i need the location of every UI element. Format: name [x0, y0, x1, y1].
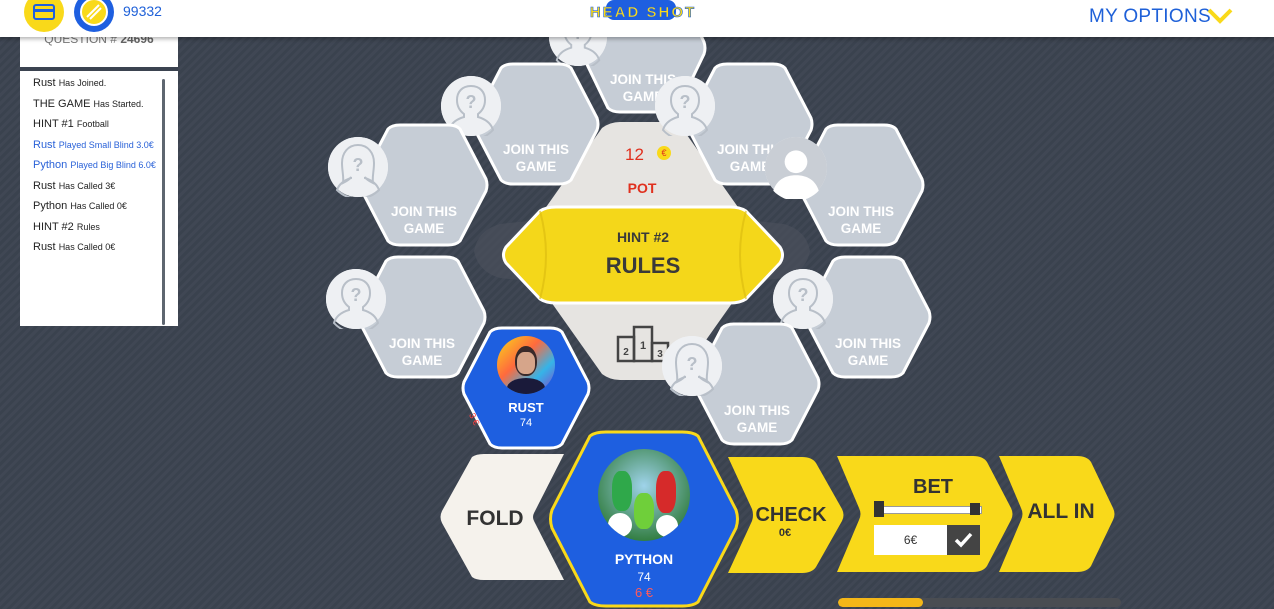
log-entry-name: Python — [33, 200, 68, 212]
card-wallet-button[interactable] — [24, 0, 64, 32]
divider — [20, 67, 178, 71]
log-entry: Rust Has Joined. — [33, 75, 156, 96]
player-name: PYTHON — [614, 551, 674, 567]
all-in-label: ALL IN — [1027, 500, 1095, 523]
game-log-panel: QUESTION # 24696 Rust Has Joined. THE GAM… — [20, 32, 178, 326]
bet-panel: BET 6€ — [833, 454, 1013, 574]
placeholder-avatar-icon — [773, 269, 833, 329]
log-entry-name: Rust — [33, 179, 56, 192]
turn-timer-bar — [838, 598, 1121, 607]
join-seat-bottom-right[interactable]: JOIN THIS GAME — [692, 322, 822, 446]
credit-card-icon — [33, 4, 55, 20]
hint-value: RULES — [605, 253, 681, 278]
slider-handle[interactable] — [874, 501, 884, 517]
log-entry-name: Rust — [33, 77, 56, 89]
log-entry-name: Python — [33, 159, 68, 171]
log-list: Rust Has Joined. THE GAME Has Started. HIN… — [33, 75, 156, 260]
my-options-menu[interactable]: MY OPTIONS — [1089, 6, 1211, 28]
log-entry: THE GAME Has Started. — [33, 96, 156, 117]
placeholder-avatar-icon — [326, 269, 386, 329]
pot-value: 12 — [625, 145, 644, 164]
log-entry: HINT #2 Rules — [33, 219, 156, 240]
log-entry: Python Has Called 0€ — [33, 198, 156, 219]
log-entry-name: Rust — [33, 241, 56, 253]
top-bar: 99332 HEAD SHOT MY OPTIONS — [0, 0, 1274, 37]
svg-text:HEAD SHOT: HEAD SHOT — [590, 4, 696, 21]
log-scrollbar[interactable] — [162, 79, 165, 325]
logo-image: HEAD SHOT — [590, 0, 696, 21]
player-bet: 6 € — [634, 585, 654, 600]
fold-label: FOLD — [466, 507, 524, 530]
avatar — [497, 336, 555, 394]
coin-button[interactable] — [74, 0, 114, 32]
timer-fill — [838, 598, 923, 607]
check-amount: 0€ — [778, 527, 792, 539]
log-entry: Rust Has Called 3€ — [33, 178, 156, 199]
podium-icon: 1 2 3 — [616, 325, 670, 363]
log-entry-name: THE GAME — [33, 97, 91, 110]
default-user-avatar-icon — [765, 137, 827, 199]
svg-text:1: 1 — [640, 340, 646, 352]
svg-text:2: 2 — [623, 347, 629, 358]
log-entry-action: Played Big Blind 6.0€ — [70, 160, 156, 170]
check-button[interactable]: CHECK 0€ — [724, 455, 846, 575]
slider-track — [880, 506, 982, 514]
bet-amount-input[interactable]: 6€ — [874, 525, 947, 555]
log-entry-name: HINT #1 — [33, 118, 74, 130]
log-entry-action: Has Called 0€ — [70, 201, 127, 211]
placeholder-avatar-icon — [655, 76, 715, 136]
player-chips: 74 — [637, 570, 651, 584]
log-entry: Rust Has Called 0€ — [33, 239, 156, 260]
credit-balance: 99332 — [123, 3, 162, 19]
euro-coin-icon: € — [657, 146, 671, 160]
player-seat-python: PYTHON 74 6 € — [548, 430, 740, 608]
join-label: JOIN THIS GAME — [834, 336, 901, 368]
join-seat-upper-left[interactable]: JOIN THIS GAME — [471, 62, 601, 186]
log-entry-name: HINT #2 — [33, 220, 74, 233]
bet-slider[interactable] — [874, 501, 982, 517]
log-entry-action: Football — [76, 119, 109, 129]
join-label: JOIN THIS GAME — [827, 204, 894, 236]
slider-end — [970, 503, 980, 515]
log-entry-action: Has Called 0€ — [58, 242, 116, 252]
join-label: JOIN THIS GAME — [390, 204, 457, 236]
log-entry: Python Played Big Blind 6.0€ — [33, 157, 156, 178]
all-in-button[interactable]: ALL IN — [995, 454, 1115, 574]
checkmark-icon — [954, 532, 973, 548]
avatar — [598, 449, 690, 541]
join-seat-right-upper[interactable]: JOIN THIS GAME — [765, 123, 926, 247]
log-entry-action: Played Small Blind 3.0€ — [58, 139, 154, 150]
coin-icon — [80, 0, 108, 26]
player-name: RUST — [508, 400, 544, 415]
log-entry-name: Rust — [33, 138, 56, 151]
join-seat-left-upper[interactable]: JOIN THIS GAME — [358, 123, 490, 247]
placeholder-female-avatar-icon — [662, 336, 722, 396]
log-entry-action: Has Started. — [93, 98, 144, 109]
log-entry: Rust Played Small Blind 3.0€ — [33, 137, 156, 158]
hint-label: HINT #2 — [616, 229, 670, 245]
placeholder-female-avatar-icon — [328, 137, 388, 197]
log-entry: HINT #1 Football — [33, 116, 156, 137]
log-entry-action: Has Called 3€ — [58, 180, 116, 191]
join-seat-right-lower[interactable]: JOIN THIS GAME — [803, 255, 933, 379]
confirm-bet-button[interactable] — [947, 525, 980, 555]
join-label: JOIN THIS GAME — [502, 142, 569, 174]
headshot-logo[interactable]: HEAD SHOT — [566, 0, 720, 27]
log-entry-action: Has Joined. — [58, 78, 107, 88]
hint-card: HINT #2 RULES — [500, 205, 786, 305]
chevron-down-icon[interactable] — [1207, 8, 1233, 24]
log-entry-action: Rules — [76, 221, 100, 232]
